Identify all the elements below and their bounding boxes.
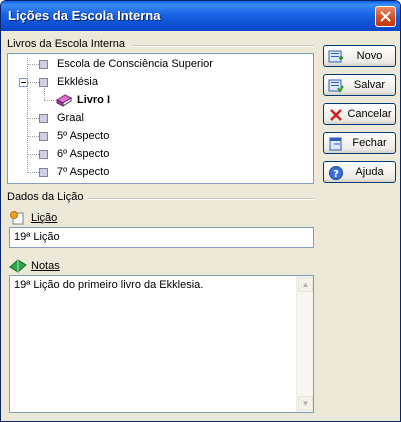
tree-item[interactable]: Escola de Consciência Superior [8, 55, 313, 73]
lesson-icon [10, 211, 24, 225]
tree-item-label: 5º Aspecto [57, 130, 110, 142]
folder-node-icon [39, 114, 48, 123]
tree-item[interactable]: 6º Aspecto [8, 145, 313, 163]
salvar-label: Salvar [353, 79, 386, 91]
notas-scrollbar[interactable]: ▲ ▼ [296, 276, 313, 412]
notas-value: 19ª Lição do primeiro livro da Ekklesia. [14, 279, 204, 291]
cancelar-button[interactable]: Cancelar [323, 103, 396, 125]
tree-item-label: Escola de Consciência Superior [57, 58, 213, 70]
licao-label: Lição [31, 212, 58, 224]
help-icon: ? [329, 166, 343, 180]
cancelar-label: Cancelar [347, 108, 392, 120]
tree-group-label: Livros da Escola Interna [7, 38, 126, 50]
cancel-icon [330, 109, 342, 121]
new-record-icon [328, 50, 343, 63]
fechar-button[interactable]: Fechar [323, 132, 396, 154]
licao-input[interactable]: 19ª Lição [9, 227, 314, 248]
dialog-window: Lições da Escola Interna Livros da Escol… [0, 0, 401, 422]
window-title: Lições da Escola Interna [8, 8, 161, 23]
salvar-button[interactable]: Salvar [323, 74, 396, 96]
tree-item-label: Livro I [77, 94, 111, 106]
ajuda-label: Ajuda [355, 166, 384, 178]
folder-node-icon [39, 60, 48, 69]
tree-item-label: Graal [57, 112, 84, 124]
notas-textarea[interactable]: 19ª Lição do primeiro livro da Ekklesia.… [9, 275, 314, 413]
tree-item[interactable]: 7º Aspecto [8, 163, 313, 181]
novo-button[interactable]: Novo [323, 45, 396, 67]
books-tree[interactable]: Escola de Consciência Superior Ekklésia … [7, 53, 314, 184]
scroll-down-icon[interactable]: ▼ [298, 396, 313, 411]
ajuda-button[interactable]: ? Ajuda [323, 161, 396, 183]
details-group-divider [88, 198, 314, 200]
notes-icon [9, 259, 27, 273]
close-icon [380, 11, 391, 22]
folder-node-icon [39, 150, 48, 159]
tree-item[interactable]: Ekklésia [8, 73, 313, 91]
novo-label: Novo [356, 50, 383, 62]
scroll-up-icon[interactable]: ▲ [298, 277, 313, 292]
tree-item-label: Ekklésia [57, 76, 98, 88]
tree-item-selected[interactable]: Livro I [8, 91, 313, 109]
folder-node-icon [39, 168, 48, 177]
folder-node-icon [39, 132, 48, 141]
fechar-label: Fechar [352, 137, 387, 149]
book-icon [55, 94, 73, 107]
notas-label: Notas [31, 260, 60, 272]
save-icon [328, 79, 344, 93]
details-group-label: Dados da Lição [7, 191, 84, 203]
tree-group-divider [133, 45, 314, 47]
tree-item-label: 6º Aspecto [57, 148, 110, 160]
folder-node-icon [39, 78, 48, 87]
close-form-icon [329, 137, 342, 151]
tree-item[interactable]: 5º Aspecto [8, 127, 313, 145]
close-button[interactable] [375, 6, 396, 27]
licao-value: 19ª Lição [14, 231, 60, 243]
tree-item[interactable]: Graal [8, 109, 313, 127]
title-bar[interactable]: Lições da Escola Interna [1, 1, 400, 31]
svg-text:?: ? [333, 169, 339, 180]
tree-item-label: 7º Aspecto [57, 166, 110, 178]
collapse-icon[interactable] [19, 78, 28, 87]
